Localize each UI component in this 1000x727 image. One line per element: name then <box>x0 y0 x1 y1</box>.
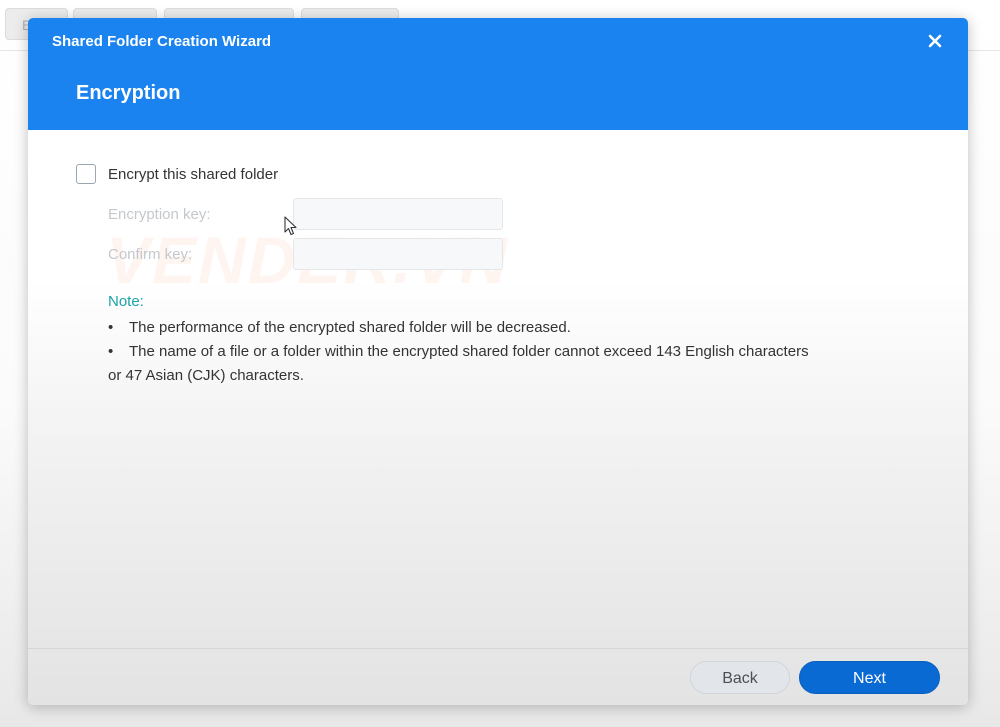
close-icon <box>928 34 942 48</box>
dialog-header: Shared Folder Creation Wizard Encryption <box>28 18 968 130</box>
confirm-key-input[interactable] <box>293 238 503 270</box>
bullet-icon: • <box>108 319 114 336</box>
confirm-key-label: Confirm key: <box>108 246 193 263</box>
mouse-cursor-icon <box>284 216 297 236</box>
note-item-continuation: or 47 Asian (CJK) characters. <box>108 364 928 388</box>
bullet-icon: • <box>108 343 114 360</box>
encryption-key-input[interactable] <box>293 198 503 230</box>
next-button[interactable]: Next <box>799 661 940 694</box>
back-button[interactable]: Back <box>690 661 790 694</box>
close-button[interactable] <box>924 30 946 52</box>
note-title: Note: <box>108 293 144 310</box>
encrypt-checkbox[interactable] <box>76 164 96 184</box>
encrypt-checkbox-label[interactable]: Encrypt this shared folder <box>108 166 278 183</box>
note-item: • The performance of the encrypted share… <box>108 316 928 340</box>
wizard-dialog: Shared Folder Creation Wizard Encryption… <box>28 18 968 705</box>
encryption-key-label: Encryption key: <box>108 206 211 223</box>
dialog-footer: Back Next <box>28 648 968 705</box>
step-title: Encryption <box>76 82 181 104</box>
note-item: • The name of a file or a folder within … <box>108 340 928 364</box>
note-item-text: The name of a file or a folder within th… <box>129 343 809 360</box>
note-item-text: The performance of the encrypted shared … <box>129 319 571 336</box>
note-list: • The performance of the encrypted share… <box>108 316 928 388</box>
note-item-text: or 47 Asian (CJK) characters. <box>108 367 304 384</box>
dialog-title: Shared Folder Creation Wizard <box>52 33 272 50</box>
